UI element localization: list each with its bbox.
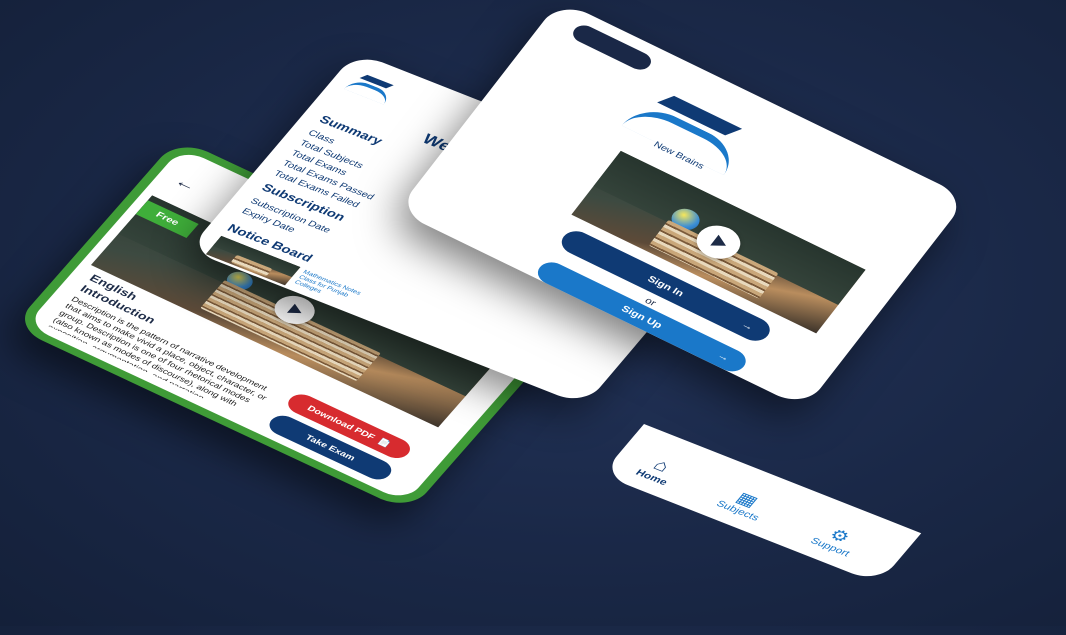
back-arrow-icon[interactable]: ← bbox=[170, 173, 201, 196]
arrow-right-icon: → bbox=[739, 319, 757, 333]
pdf-icon: 📄 bbox=[376, 436, 393, 449]
mockup-scene: ← Free English Introduction Description … bbox=[0, 0, 1066, 626]
arrow-right-icon: → bbox=[715, 350, 733, 364]
